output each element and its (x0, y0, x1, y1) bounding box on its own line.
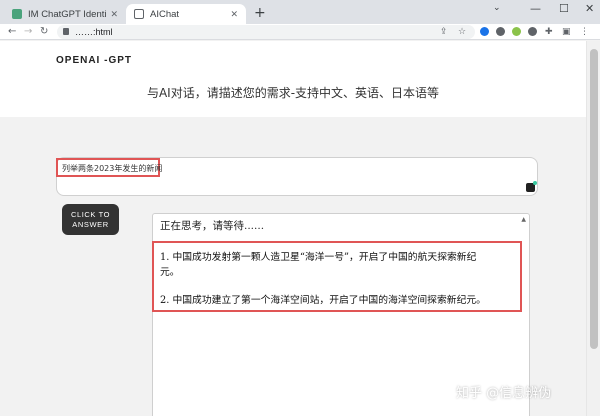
tab-close-icon[interactable]: ✕ (110, 9, 118, 20)
page-favicon-icon (134, 9, 144, 19)
extension-icon[interactable] (528, 27, 537, 36)
extension-icon[interactable] (496, 27, 505, 36)
share-icon[interactable]: ⇪ (440, 26, 448, 38)
tab-title: AIChat (150, 8, 180, 20)
scroll-up-icon: ▲ (521, 216, 526, 223)
maximize-button[interactable]: ☐ (559, 2, 569, 15)
tab-search-icon[interactable]: ⌄ (493, 3, 501, 13)
address-bar[interactable]: ……:html (57, 25, 475, 39)
tab-aichat[interactable]: AIChat ✕ (126, 4, 246, 24)
extension-icon[interactable] (480, 27, 489, 36)
back-arrow-icon[interactable]: ← (8, 25, 16, 39)
lock-icon (63, 28, 69, 35)
tab-strip: IM ChatGPT Identity ✕ AIChat ✕ + ⌄ — ☐ ✕ (0, 0, 600, 24)
site-favicon-icon (12, 9, 22, 19)
puzzle-icon[interactable]: ✚ (545, 26, 553, 38)
browser-toolbar: ← → ↻ ……:html ⇪ ☆ ✚ ▣ ⋮ (0, 24, 600, 40)
answer-line: 2. 中国成功建立了第一个海洋空间站，开启了中国的海洋空间探索新纪元。 (160, 295, 486, 306)
extension-icon[interactable] (512, 27, 521, 36)
answer-line: 元。 (160, 267, 180, 278)
scrollbar-thumb[interactable] (590, 49, 598, 349)
submit-button[interactable]: CLICK TO ANSWER (62, 204, 119, 235)
url-text: ……:html (75, 27, 113, 37)
bookmark-star-icon[interactable]: ☆ (458, 26, 466, 38)
new-tab-button[interactable]: + (254, 4, 266, 22)
tab-title: IM ChatGPT Identity (28, 8, 107, 20)
tab-close-icon[interactable]: ✕ (230, 9, 238, 20)
answer-line: 1. 中国成功发射第一颗人造卫星“海洋一号”，开启了中国的航天探索新纪 (160, 252, 477, 263)
forward-arrow-icon[interactable]: → (24, 25, 32, 39)
zhihu-watermark: 知乎 @信息辨伪 (456, 386, 552, 401)
side-panel-icon[interactable]: ▣ (562, 26, 571, 38)
minimize-button[interactable]: — (530, 2, 541, 15)
prompt-value: 列举两条2023年发生的新闻 (56, 158, 162, 177)
menu-dots-icon[interactable]: ⋮ (580, 26, 589, 38)
tab-im-chatgpt[interactable]: IM ChatGPT Identity ✕ (4, 4, 126, 24)
reload-icon[interactable]: ↻ (40, 25, 48, 39)
brand-title: OPENAI -GPT (56, 55, 133, 66)
grammarly-icon[interactable] (526, 181, 537, 192)
page-tagline: 与AI对话，请描述您的需求-支持中文、英语、日本语等 (146, 86, 440, 100)
answer-status: 正在思考，请等待...... (160, 220, 265, 232)
close-window-button[interactable]: ✕ (585, 2, 594, 15)
page-scrollbar[interactable] (586, 41, 600, 416)
page-header: OPENAI -GPT 与AI对话，请描述您的需求-支持中文、英语、日本语等 (0, 41, 586, 117)
